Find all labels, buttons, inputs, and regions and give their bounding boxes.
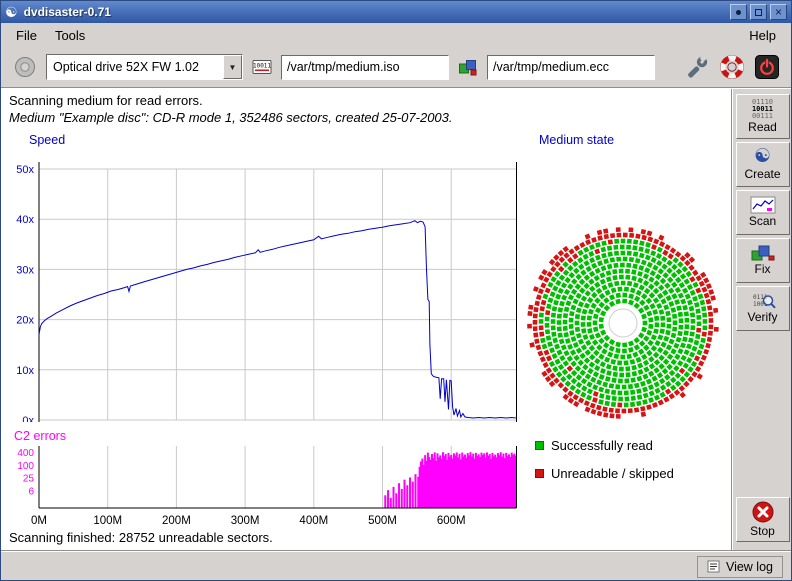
help-button[interactable] <box>718 53 746 81</box>
stop-button[interactable]: Stop <box>736 497 790 542</box>
quit-button[interactable] <box>753 53 781 81</box>
svg-text:300M: 300M <box>231 515 260 527</box>
mini-chart-icon <box>750 196 776 214</box>
medium-state-disc <box>525 225 721 421</box>
window-title: dvdisaster-0.71 <box>24 5 111 19</box>
toolbar: Optical drive 52X FW 1.02 ▼ 10011 <box>1 47 791 87</box>
svg-text:400: 400 <box>17 448 34 459</box>
fix-blocks-icon <box>750 244 776 262</box>
titlebar[interactable]: ☯ dvdisaster-0.71 × <box>1 1 791 23</box>
svg-text:10x: 10x <box>16 365 34 377</box>
status-line-1: Scanning medium for read errors. <box>9 93 203 108</box>
menu-file[interactable]: File <box>7 25 46 46</box>
legend-label-unreadable: Unreadable / skipped <box>551 466 674 481</box>
ecc-blocks-icon <box>457 57 479 77</box>
scan-label: Scan <box>749 215 776 228</box>
iso-path-input[interactable] <box>281 55 449 80</box>
footer-bar: View log <box>1 550 791 581</box>
scan-button[interactable]: Scan <box>736 190 790 235</box>
drive-select-value: Optical drive 52X FW 1.02 <box>47 60 223 74</box>
shade-icon <box>736 10 741 15</box>
window-controls: × <box>730 4 787 20</box>
stop-icon <box>750 500 776 524</box>
read-button[interactable]: 01110 10011 00111 Read <box>736 94 790 139</box>
scan-result-status: Scanning finished: 28752 unreadable sect… <box>9 530 273 545</box>
power-icon <box>754 54 780 80</box>
view-log-button[interactable]: View log <box>697 556 783 578</box>
create-button[interactable]: ☯ Create <box>736 142 790 187</box>
svg-text:400M: 400M <box>299 515 328 527</box>
verify-magnifier-icon: 0111 1001 <box>750 292 776 310</box>
chevron-down-icon: ▼ <box>229 63 237 72</box>
svg-text:6: 6 <box>28 487 34 498</box>
drive-select-arrow[interactable]: ▼ <box>223 55 242 79</box>
svg-text:0M: 0M <box>31 515 47 527</box>
status-line-2: Medium "Example disc": CD-R mode 1, 3524… <box>9 110 453 125</box>
optical-disc-icon <box>12 54 38 80</box>
svg-text:100: 100 <box>17 461 34 472</box>
speed-chart: 0x 10x 20x 30x 40x 50x <box>1 154 521 422</box>
ecc-file-button[interactable] <box>456 56 480 78</box>
binary-image-icon: 10011 <box>251 57 273 77</box>
wrench-icon <box>684 54 710 80</box>
maximize-button[interactable] <box>750 4 767 20</box>
svg-text:20x: 20x <box>16 315 34 327</box>
drive-button[interactable] <box>11 53 39 81</box>
drive-select[interactable]: Optical drive 52X FW 1.02 ▼ <box>46 54 243 80</box>
fix-button[interactable]: Fix <box>736 238 790 283</box>
legend-item-unreadable: Unreadable / skipped <box>535 466 674 481</box>
verify-button[interactable]: 0111 1001 Verify <box>736 286 790 331</box>
close-icon: × <box>775 6 782 18</box>
preferences-button[interactable] <box>683 53 711 81</box>
log-icon <box>707 560 720 573</box>
lifering-icon <box>719 54 745 80</box>
app-window: ☯ dvdisaster-0.71 × File Tools Help Opti… <box>0 0 792 581</box>
action-sidebar: 01110 10011 00111 Read ☯ Create Scan <box>731 89 792 550</box>
speed-chart-title: Speed <box>29 133 65 147</box>
svg-text:30x: 30x <box>16 264 34 276</box>
legend-swatch-unreadable <box>535 469 544 478</box>
legend-label-success: Successfully read <box>551 438 653 453</box>
legend-item-success: Successfully read <box>535 438 674 453</box>
svg-text:100M: 100M <box>93 515 122 527</box>
app-icon: ☯ <box>5 5 18 19</box>
c2-errors-chart: 400 10025 6 0M 100M 200M 300M 400M 500M 600M <box>1 446 521 530</box>
menu-help[interactable]: Help <box>740 25 785 46</box>
menubar: File Tools Help <box>1 23 791 47</box>
menu-tools[interactable]: Tools <box>46 25 94 46</box>
svg-text:500M: 500M <box>368 515 397 527</box>
maximize-icon <box>755 9 762 16</box>
verify-label: Verify <box>747 311 777 324</box>
iso-image-button[interactable]: 10011 <box>250 56 274 78</box>
read-icon-line-3: 00111 <box>752 113 773 120</box>
svg-text:0x: 0x <box>22 415 34 422</box>
close-button[interactable]: × <box>770 4 787 20</box>
svg-text:600M: 600M <box>437 515 466 527</box>
create-label: Create <box>744 168 780 181</box>
c2-errors-title: C2 errors <box>14 429 66 443</box>
svg-text:50x: 50x <box>16 164 34 176</box>
ecc-path-input[interactable] <box>487 55 655 80</box>
stop-label: Stop <box>750 525 775 538</box>
svg-text:200M: 200M <box>162 515 191 527</box>
legend: Successfully read Unreadable / skipped <box>535 438 674 481</box>
svg-text:25: 25 <box>23 473 35 484</box>
yin-yang-icon: ☯ <box>754 147 771 167</box>
view-log-label: View log <box>726 560 773 574</box>
binary-read-icon: 01110 10011 00111 <box>752 99 773 120</box>
svg-text:10011: 10011 <box>253 63 271 70</box>
fix-label: Fix <box>755 263 771 276</box>
shade-button[interactable] <box>730 4 747 20</box>
medium-state-title: Medium state <box>539 133 614 147</box>
main-area: Scanning medium for read errors. Medium … <box>1 89 731 550</box>
read-label: Read <box>748 121 777 134</box>
svg-text:40x: 40x <box>16 214 34 226</box>
legend-swatch-success <box>535 441 544 450</box>
